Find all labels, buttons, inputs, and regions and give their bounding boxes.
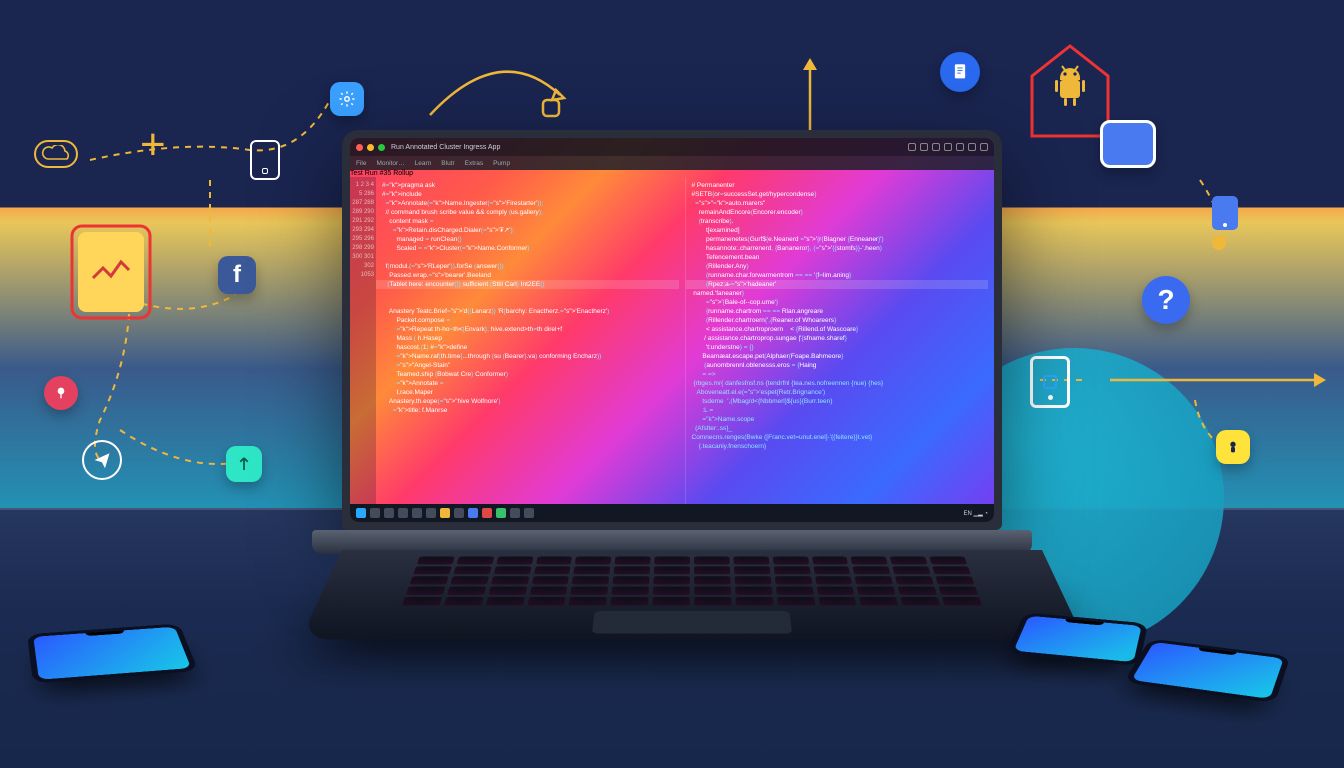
laptop-screen-bezel: Run Annotated Cluster Ingress App File M… (342, 130, 1002, 530)
os-taskbar: EN ▁▂ ◔ (350, 504, 994, 522)
menu-item: File (356, 160, 366, 167)
run-tab-pill: Test Run #35 Rollup (350, 170, 994, 177)
tablet-filled-icon (1100, 120, 1156, 168)
titlebar-right-icons (908, 143, 988, 151)
start-icon (356, 508, 366, 518)
code-pane-right: # Permanenter #SETB{or=successSet.get/hy… (685, 177, 995, 511)
menu-item: Monitor… (376, 160, 404, 167)
editor-body: 1 2 3 4 5 286 287 288 289 290 291 292 29… (350, 177, 994, 511)
help-icon: ? (1142, 276, 1190, 324)
code-pane-left: #="k">pragma ask #="k">include ="k">Anno… (376, 177, 685, 511)
line-number-gutter: 1 2 3 4 5 286 287 288 289 290 291 292 29… (350, 177, 376, 511)
transfer-icon (226, 446, 262, 482)
paper-plane-icon (82, 440, 122, 480)
document-icon (940, 52, 980, 92)
laptop: Run Annotated Cluster Ingress App File M… (342, 130, 1002, 720)
window-titlebar: Run Annotated Cluster Ingress App (350, 138, 994, 156)
device-icon (1030, 356, 1070, 408)
dot-icon (1212, 236, 1226, 250)
settings-icon (330, 82, 364, 116)
menu-item: Blutr (441, 160, 454, 167)
menu-item: Pump (493, 160, 510, 167)
analytics-card (78, 232, 144, 312)
menu-item: Learn (415, 160, 432, 167)
push-pin-icon (44, 376, 78, 410)
traffic-lights (356, 144, 385, 151)
code-editor-window: Run Annotated Cluster Ingress App File M… (350, 138, 994, 522)
menu-item: Extras (465, 160, 483, 167)
cloud-icon (34, 140, 78, 168)
tablet-icon (250, 140, 280, 180)
plus-icon: + (140, 120, 166, 170)
menu-bar: File Monitor… Learn Blutr Extras Pump (350, 156, 994, 170)
trackpad (592, 611, 792, 634)
taskbar-tray: EN ▁▂ ◔ (963, 510, 988, 517)
phone-icon (1212, 196, 1238, 230)
note-icon (1216, 430, 1250, 464)
window-title: Run Annotated Cluster Ingress App (391, 144, 500, 151)
facebook-icon: f (218, 256, 256, 294)
laptop-keyboard (300, 550, 1084, 639)
android-icon (1050, 62, 1090, 110)
